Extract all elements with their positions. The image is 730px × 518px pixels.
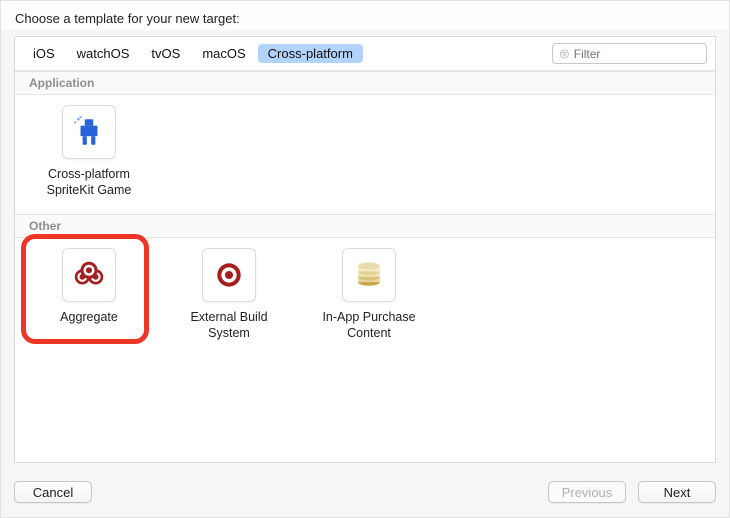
footer: Cancel Previous Next <box>1 473 729 517</box>
section-grid-application: Cross-platform SpriteKit Game <box>15 95 715 214</box>
tab-watchos[interactable]: watchOS <box>67 44 140 63</box>
template-label: Cross-platform SpriteKit Game <box>47 167 132 198</box>
template-in-app-purchase-content[interactable]: In-App Purchase Content <box>311 248 427 341</box>
template-panel: iOS watchOS tvOS macOS Cross-platform Ap… <box>14 36 716 463</box>
filter-icon <box>559 48 570 60</box>
template-label: Aggregate <box>60 310 118 326</box>
coins-icon <box>342 248 396 302</box>
title-bar: Choose a template for your new target: <box>1 1 729 30</box>
next-button[interactable]: Next <box>638 481 716 503</box>
aggregate-icon <box>62 248 116 302</box>
cancel-button[interactable]: Cancel <box>14 481 92 503</box>
tab-ios[interactable]: iOS <box>23 44 65 63</box>
section-heading-other: Other <box>15 214 715 238</box>
sheet-title: Choose a template for your new target: <box>15 11 715 26</box>
template-aggregate[interactable]: Aggregate <box>31 248 147 341</box>
filter-input[interactable] <box>574 47 700 61</box>
tab-macos[interactable]: macOS <box>192 44 255 63</box>
template-label: In-App Purchase Content <box>322 310 415 341</box>
tab-tvos[interactable]: tvOS <box>141 44 190 63</box>
template-label: External Build System <box>190 310 267 341</box>
previous-button[interactable]: Previous <box>548 481 626 503</box>
section-heading-application: Application <box>15 71 715 95</box>
template-scroll[interactable]: Application <box>15 71 715 462</box>
new-target-sheet: Choose a template for your new target: i… <box>0 0 730 518</box>
template-cross-platform-spritekit-game[interactable]: Cross-platform SpriteKit Game <box>31 105 147 198</box>
spritekit-icon <box>62 105 116 159</box>
filter-field[interactable] <box>552 43 707 64</box>
tab-cross-platform[interactable]: Cross-platform <box>258 44 363 63</box>
target-icon <box>202 248 256 302</box>
section-grid-other: Aggregate External Build System <box>15 238 715 357</box>
platform-tabbar: iOS watchOS tvOS macOS Cross-platform <box>15 37 715 71</box>
template-external-build-system[interactable]: External Build System <box>171 248 287 341</box>
